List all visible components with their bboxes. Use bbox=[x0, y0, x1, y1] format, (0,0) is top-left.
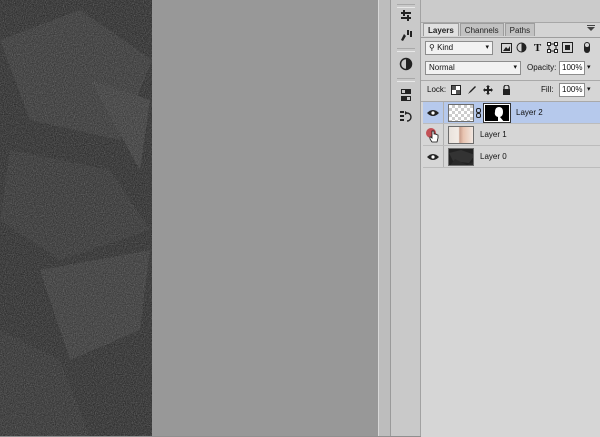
fill-dropdown-arrow-icon[interactable]: ▾ bbox=[587, 83, 591, 97]
layer-thumbnail[interactable] bbox=[448, 104, 474, 122]
properties-icon[interactable] bbox=[398, 87, 414, 103]
layer-row-layer-2[interactable]: Layer 2 bbox=[423, 102, 600, 124]
lock-position-icon[interactable] bbox=[483, 85, 493, 95]
opacity-dropdown-arrow-icon[interactable]: ▾ bbox=[587, 61, 591, 75]
chain-link-icon[interactable] bbox=[476, 108, 481, 118]
panel-header-area bbox=[421, 0, 600, 23]
color-wheel-icon[interactable] bbox=[398, 56, 414, 72]
layer-name[interactable]: Layer 0 bbox=[480, 146, 507, 167]
filter-type-value: Kind bbox=[437, 43, 454, 52]
separator bbox=[421, 80, 600, 81]
image-filter-icon[interactable] bbox=[501, 42, 512, 53]
visibility-eye-icon[interactable] bbox=[423, 124, 444, 145]
layer-name[interactable]: Layer 2 bbox=[516, 102, 543, 123]
dropdown-arrow-icon: ▾ bbox=[513, 64, 517, 71]
strip-grip[interactable] bbox=[397, 78, 415, 82]
visibility-eye-icon[interactable] bbox=[423, 102, 444, 123]
canvas-pasteboard[interactable] bbox=[152, 0, 378, 436]
search-icon: ⚲ bbox=[429, 43, 435, 52]
type-filter-icon[interactable]: T bbox=[532, 42, 543, 54]
layer-row-layer-0[interactable]: Layer 0 bbox=[423, 146, 600, 168]
blend-mode-dropdown[interactable]: Normal ▾ bbox=[425, 61, 521, 75]
panel-icon-strip bbox=[390, 0, 421, 436]
layer-mask-thumbnail[interactable] bbox=[483, 103, 511, 123]
dropdown-arrow-icon: ▾ bbox=[485, 44, 489, 51]
layer-thumbnail[interactable] bbox=[448, 148, 474, 166]
layers-panel-body: ⚲ Kind ▾ T Normal ▾ Opacity: 100% ▾ Lock… bbox=[421, 37, 600, 437]
strip-grip[interactable] bbox=[397, 48, 415, 52]
lock-label: Lock: bbox=[427, 85, 447, 94]
visibility-eye-icon[interactable] bbox=[423, 146, 444, 167]
lock-image-pixels-icon[interactable] bbox=[467, 85, 477, 95]
filter-type-dropdown[interactable]: ⚲ Kind ▾ bbox=[425, 41, 493, 55]
fill-label: Fill: bbox=[541, 85, 554, 94]
panel-menu-icon[interactable] bbox=[586, 24, 596, 34]
layer-row-layer-1[interactable]: Layer 1 bbox=[423, 124, 600, 146]
adjustments-icon[interactable] bbox=[398, 8, 414, 24]
panel-tabs: Layers Channels Paths bbox=[423, 23, 536, 37]
lock-transparent-pixels-icon[interactable] bbox=[451, 85, 461, 95]
opacity-input[interactable]: 100% bbox=[559, 61, 585, 75]
layers-panel: Layers Channels Paths ⚲ Kind ▾ T Normal … bbox=[421, 0, 600, 437]
blend-mode-value: Normal bbox=[429, 63, 455, 72]
lock-all-icon[interactable] bbox=[501, 85, 511, 95]
tab-channels[interactable]: Channels bbox=[459, 23, 504, 36]
layer-thumbnail[interactable] bbox=[448, 126, 474, 144]
fill-input[interactable]: 100% bbox=[559, 83, 585, 97]
smart-object-filter-icon[interactable] bbox=[562, 42, 573, 53]
opacity-label: Opacity: bbox=[527, 63, 557, 72]
shape-filter-icon[interactable] bbox=[547, 42, 558, 53]
document-canvas-image[interactable] bbox=[0, 0, 152, 436]
filter-toggle-icon[interactable] bbox=[581, 42, 592, 53]
tab-layers[interactable]: Layers bbox=[423, 23, 459, 36]
layer-name[interactable]: Layer 1 bbox=[480, 124, 507, 145]
history-icon[interactable] bbox=[398, 108, 414, 124]
brush-presets-icon[interactable] bbox=[398, 27, 414, 43]
adjustment-filter-icon[interactable] bbox=[516, 42, 527, 53]
tab-paths[interactable]: Paths bbox=[504, 23, 536, 36]
